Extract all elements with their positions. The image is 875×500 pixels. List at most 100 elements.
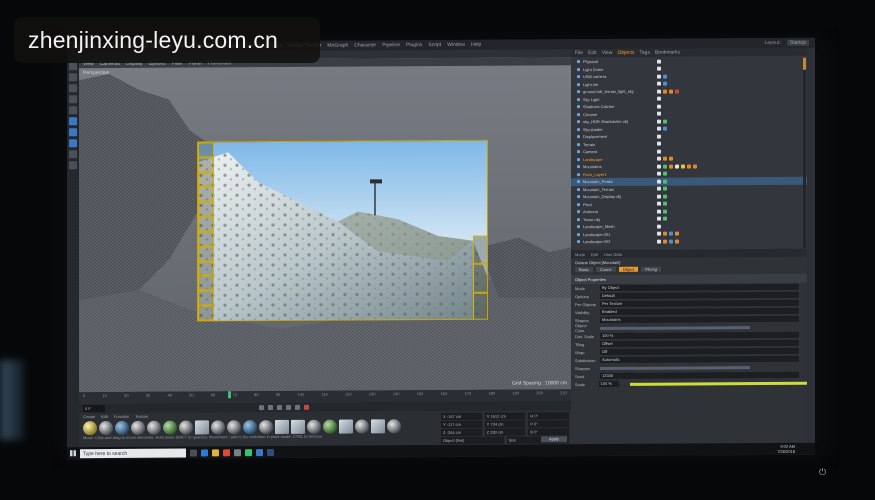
record-icon[interactable] bbox=[304, 404, 309, 410]
tag-icon[interactable] bbox=[663, 164, 667, 169]
tag-icon[interactable] bbox=[657, 74, 661, 79]
menu-item-help[interactable]: Help bbox=[471, 42, 481, 48]
tag-icon[interactable] bbox=[663, 74, 667, 79]
attribute-field[interactable]: 100 % bbox=[600, 331, 799, 340]
om-tab-bookmarks[interactable]: Bookmarks bbox=[655, 50, 680, 56]
tag-icon[interactable] bbox=[663, 89, 667, 94]
attribute-slider[interactable] bbox=[600, 365, 750, 370]
tag-icon[interactable] bbox=[663, 171, 667, 176]
om-tab-tags[interactable]: Tags bbox=[639, 50, 650, 56]
om-tab-view[interactable]: View bbox=[602, 50, 613, 56]
tag-icon[interactable] bbox=[669, 231, 673, 236]
chrome-icon[interactable] bbox=[245, 448, 252, 456]
coord-field[interactable]: Y 734 cm bbox=[484, 420, 526, 428]
material-swatch[interactable] bbox=[227, 420, 241, 435]
tag-icon[interactable] bbox=[675, 89, 679, 94]
tag-icon[interactable] bbox=[657, 216, 661, 221]
tag-icon[interactable] bbox=[657, 156, 661, 161]
menu-item-pipeline[interactable]: Pipeline bbox=[382, 42, 400, 48]
tag-icon[interactable] bbox=[657, 134, 661, 139]
material-swatch[interactable] bbox=[211, 420, 225, 435]
attribute-field[interactable]: Automatic bbox=[600, 355, 799, 364]
tag-icon[interactable] bbox=[663, 119, 667, 124]
attr-subtab-object[interactable]: Object bbox=[618, 266, 639, 272]
tag-icon[interactable] bbox=[657, 96, 661, 101]
tag-icon[interactable] bbox=[657, 59, 661, 64]
material-swatch[interactable] bbox=[163, 420, 177, 435]
om-tab-objects[interactable]: Objects bbox=[617, 50, 634, 56]
tag-icon[interactable] bbox=[663, 209, 667, 214]
tag-icon[interactable] bbox=[663, 194, 667, 199]
attr-tab-edit[interactable]: Edit bbox=[591, 252, 598, 257]
app-icon-gray[interactable] bbox=[234, 448, 241, 456]
om-tab-file[interactable]: File bbox=[575, 50, 583, 56]
tag-icon[interactable] bbox=[657, 89, 661, 94]
menu-item-script[interactable]: Script bbox=[428, 42, 441, 48]
tag-icon[interactable] bbox=[669, 239, 673, 244]
tag-icon[interactable] bbox=[657, 126, 661, 131]
edge-browser-icon[interactable] bbox=[201, 448, 208, 456]
play-icon[interactable] bbox=[277, 404, 282, 411]
tag-icon[interactable] bbox=[669, 164, 673, 169]
perspective-viewport[interactable]: View Cameras Display Options Filter Panel ProR… bbox=[79, 57, 571, 393]
tag-icon[interactable] bbox=[657, 194, 661, 199]
coord-field[interactable]: H 0° bbox=[528, 412, 570, 420]
tag-icon[interactable] bbox=[657, 111, 661, 116]
cinema4d-icon[interactable] bbox=[256, 448, 263, 456]
move-tool-icon[interactable] bbox=[69, 62, 77, 71]
menu-item-plugins[interactable]: Plugins bbox=[406, 42, 422, 48]
model-mode-icon[interactable] bbox=[69, 95, 77, 104]
tag-icon[interactable] bbox=[663, 179, 667, 184]
object-row[interactable]: Landscape.002 bbox=[571, 237, 807, 246]
frame-field[interactable]: 0 F bbox=[83, 405, 105, 413]
next-key-icon[interactable] bbox=[286, 404, 291, 410]
material-swatch[interactable] bbox=[323, 419, 337, 434]
tag-icon[interactable] bbox=[663, 156, 667, 161]
tag-icon[interactable] bbox=[657, 179, 661, 184]
axis-mode-icon[interactable] bbox=[69, 150, 77, 159]
windows-start-icon[interactable] bbox=[70, 450, 76, 457]
scale-tool-icon[interactable] bbox=[69, 73, 77, 82]
tag-icon[interactable] bbox=[663, 186, 667, 191]
object-list-scrollbar[interactable] bbox=[803, 57, 806, 248]
tag-icon[interactable] bbox=[657, 81, 661, 86]
attribute-field[interactable]: Offset bbox=[600, 339, 799, 348]
material-swatch[interactable] bbox=[83, 421, 97, 436]
texture-mode-icon[interactable] bbox=[69, 106, 77, 115]
menu-item-character[interactable]: Character bbox=[354, 42, 376, 48]
coord-field[interactable]: Y -117 cm bbox=[441, 420, 482, 428]
tag-icon[interactable] bbox=[657, 201, 661, 206]
tag-icon[interactable] bbox=[657, 104, 661, 109]
attribute-field[interactable]: Off bbox=[600, 347, 799, 356]
attr-tab-mode[interactable]: Mode bbox=[575, 252, 585, 257]
app-icon-blue[interactable] bbox=[267, 448, 274, 456]
attr-subtab-phong[interactable]: Phong bbox=[641, 266, 661, 272]
material-swatch[interactable] bbox=[355, 419, 369, 434]
material-swatch[interactable] bbox=[131, 420, 145, 435]
coord-field[interactable]: X 1612 cm bbox=[484, 412, 526, 420]
material-swatch[interactable] bbox=[339, 419, 353, 434]
menu-item-mograph[interactable]: MoGraph bbox=[327, 43, 348, 49]
material-swatch[interactable] bbox=[259, 420, 273, 435]
tag-icon[interactable] bbox=[687, 164, 691, 169]
material-menu-create[interactable]: Create bbox=[83, 414, 95, 419]
material-swatch[interactable] bbox=[387, 419, 401, 434]
tag-icon[interactable] bbox=[675, 231, 679, 236]
attribute-field[interactable]: Mountains bbox=[600, 315, 799, 324]
material-swatch[interactable] bbox=[291, 419, 305, 434]
tag-icon[interactable] bbox=[663, 201, 667, 206]
tag-icon[interactable] bbox=[657, 141, 661, 146]
material-swatch[interactable] bbox=[243, 420, 257, 435]
tag-icon[interactable] bbox=[669, 89, 673, 94]
tag-icon[interactable] bbox=[657, 119, 661, 124]
material-swatch[interactable] bbox=[179, 420, 193, 435]
layout-selector[interactable]: Startup bbox=[786, 39, 809, 46]
go-to-end-icon[interactable] bbox=[295, 404, 300, 410]
app-icon-red[interactable] bbox=[223, 448, 230, 456]
tag-icon[interactable] bbox=[657, 186, 661, 191]
attribute-field[interactable]: Default bbox=[600, 291, 799, 300]
tag-icon[interactable] bbox=[657, 164, 661, 169]
attribute-field[interactable]: Per Texture bbox=[600, 299, 799, 308]
tag-icon[interactable] bbox=[669, 156, 673, 161]
tag-icon[interactable] bbox=[657, 66, 661, 71]
